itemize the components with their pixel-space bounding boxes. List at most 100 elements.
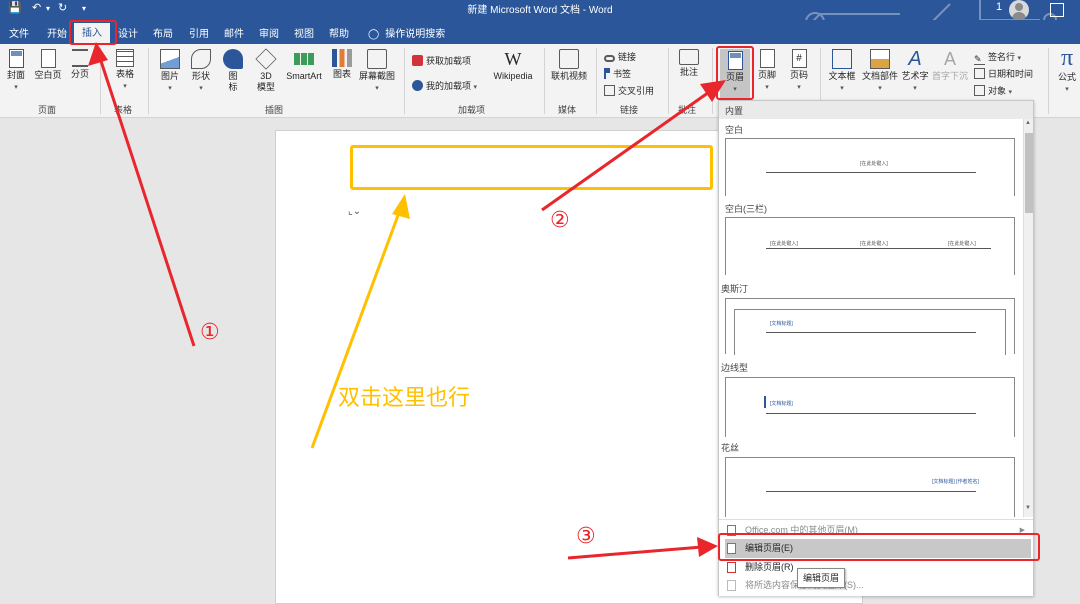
addin-icon <box>412 80 423 91</box>
ribbon-separator <box>148 48 149 114</box>
pictures-button[interactable]: 图片 ▾ <box>156 49 184 94</box>
smartart-button[interactable]: SmartArt <box>282 49 326 82</box>
tell-me-search[interactable]: ◯ 操作说明搜索 <box>368 25 445 40</box>
placeholder-text: [文档标题] [作者姓名] <box>932 479 979 485</box>
quick-parts-button[interactable]: 文档部件 ▾ <box>860 49 900 94</box>
date-time-button[interactable]: 日期和时间 <box>974 67 1033 80</box>
comment-button[interactable]: 批注 <box>674 49 704 78</box>
accent-bar <box>764 396 766 408</box>
lightbulb-icon: ◯ <box>368 29 380 40</box>
gallery-item-label: 花丝 <box>721 443 740 453</box>
rule-line <box>766 248 991 249</box>
bookmark-button[interactable]: 书签 <box>604 67 631 80</box>
my-addins-button[interactable]: 我的加载项 ▾ <box>412 79 477 92</box>
page-break-button[interactable]: 分页 <box>66 49 94 80</box>
link-button[interactable]: 链接 <box>604 50 636 63</box>
gallery-item-label: 空白(三栏) <box>725 204 767 214</box>
header-style-austin[interactable]: [文档标题] <box>725 298 1015 355</box>
3d-models-button[interactable]: 3D 模型 <box>252 48 280 93</box>
cross-reference-button[interactable]: 交叉引用 <box>604 84 654 97</box>
tab-design[interactable]: 设计 <box>118 25 138 40</box>
highlight-edit-header <box>718 533 1040 561</box>
drop-cap-button[interactable]: A 首字下沉 <box>930 49 970 82</box>
header-style-filigree[interactable]: [文档标题] [作者姓名] <box>725 457 1015 517</box>
word-window: 💾 ↶ ▾ ↻ ▾ 新建 Microsoft Word 文档 - Word 1 … <box>0 0 1080 604</box>
screenshot-button[interactable]: 屏幕截图 ▾ <box>356 49 398 94</box>
table-icon <box>116 49 134 67</box>
tab-layout[interactable]: 布局 <box>153 25 173 40</box>
gallery-item-label: 空白 <box>725 125 744 135</box>
highlight-header-button <box>716 46 754 100</box>
smartart-icon <box>294 53 314 65</box>
wordart-button[interactable]: A 艺术字 ▾ <box>900 49 930 94</box>
ribbon-separator <box>544 48 545 114</box>
header-area-highlight[interactable] <box>350 145 713 190</box>
online-video-button[interactable]: 联机视频 <box>548 49 590 82</box>
shapes-button[interactable]: 形状 ▾ <box>187 49 215 94</box>
cube-icon <box>255 48 277 70</box>
tell-me-label: 操作说明搜索 <box>385 29 446 40</box>
avatar[interactable] <box>1009 0 1029 20</box>
placeholder-text: [文档标题] <box>770 321 793 327</box>
header-style-blank-three-column[interactable]: [在此处键入] [在此处键入] [在此处键入] <box>725 217 1015 275</box>
blank-page-button[interactable]: 空白页 <box>32 49 64 81</box>
chart-button[interactable]: 图表 <box>330 49 354 80</box>
tab-help[interactable]: 帮助 <box>329 25 349 40</box>
placeholder-text: [文档标题] <box>770 401 793 407</box>
annotation-step2: ② <box>550 208 570 233</box>
icons-gallery-icon <box>223 49 243 69</box>
equation-button[interactable]: π 公式 ▾ <box>1054 46 1080 95</box>
scroll-up-icon[interactable]: ▲ <box>1025 120 1031 126</box>
text-box-icon <box>832 49 852 69</box>
gallery-item-label: 边线型 <box>721 363 749 373</box>
comment-icon <box>679 49 699 65</box>
get-addins-button[interactable]: 获取加载项 <box>412 54 471 67</box>
blank-page-icon <box>40 49 56 68</box>
placeholder-text: [在此处键入] <box>860 161 888 167</box>
ribbon-tabs: 文件 开始 插入 设计 布局 引用 邮件 审阅 视图 帮助 ◯ 操作说明搜索 <box>0 20 1080 44</box>
cover-page-icon <box>8 49 24 68</box>
cross-reference-icon <box>604 85 615 96</box>
scroll-down-icon[interactable]: ▼ <box>1025 505 1031 511</box>
tab-file[interactable]: 文件 <box>9 25 29 40</box>
annotation-step3: ③ <box>576 524 596 549</box>
ribbon-display-options-icon[interactable] <box>1050 3 1064 17</box>
object-button[interactable]: 对象 ▾ <box>974 84 1012 97</box>
wikipedia-button[interactable]: W Wikipedia <box>490 49 536 82</box>
rule-line <box>766 413 976 414</box>
tab-mailings[interactable]: 邮件 <box>224 25 244 40</box>
header-style-sideline[interactable]: [文档标题] <box>725 377 1015 437</box>
gallery-item-label: 奥斯汀 <box>721 284 749 294</box>
ribbon-separator <box>596 48 597 114</box>
gallery-heading: 内置 <box>719 101 1033 119</box>
group-addins-label: 加载项 <box>458 105 486 115</box>
object-icon <box>974 85 985 96</box>
page-number-button[interactable]: # 页码 ▾ <box>786 49 812 93</box>
signature-line-button[interactable]: ✎ 签名行 ▾ <box>974 50 1021 65</box>
header-gallery-dropdown: 内置 空白 [在此处键入] 空白(三栏) [在此处键入] [在此处键入] [在此… <box>718 100 1034 596</box>
annotation-step1: ① <box>200 320 220 345</box>
rule-line <box>766 491 976 492</box>
icons-button[interactable]: 图标 <box>220 49 246 93</box>
rule-line <box>766 332 976 333</box>
cover-page-button[interactable]: 封面 ▾ <box>4 49 28 93</box>
text-box-button[interactable]: 文本框 ▾ <box>826 49 858 94</box>
tab-home[interactable]: 开始 <box>47 25 67 40</box>
tab-references[interactable]: 引用 <box>189 25 209 40</box>
group-media-label: 媒体 <box>558 105 577 115</box>
group-pages-label: 页面 <box>38 105 57 115</box>
table-button[interactable]: 表格 ▾ <box>108 49 142 92</box>
placeholder-text: [在此处键入] <box>860 241 888 247</box>
gallery-scrollbar[interactable]: ▲ ▼ <box>1023 119 1033 517</box>
highlight-insert-tab <box>69 20 117 45</box>
header-style-blank[interactable]: [在此处键入] <box>725 138 1015 196</box>
page-number-icon: # <box>791 49 807 68</box>
scroll-thumb[interactable] <box>1025 133 1033 213</box>
footer-button[interactable]: 页脚 ▾ <box>754 49 780 93</box>
page-break-icon <box>72 49 88 67</box>
tab-view[interactable]: 视图 <box>294 25 314 40</box>
menu-item-save-to-gallery[interactable]: 将所选内容保存到页眉库(S)... <box>725 576 1031 595</box>
shapes-icon <box>191 49 211 69</box>
tab-review[interactable]: 审阅 <box>259 25 279 40</box>
group-comments-label: 批注 <box>678 105 697 115</box>
